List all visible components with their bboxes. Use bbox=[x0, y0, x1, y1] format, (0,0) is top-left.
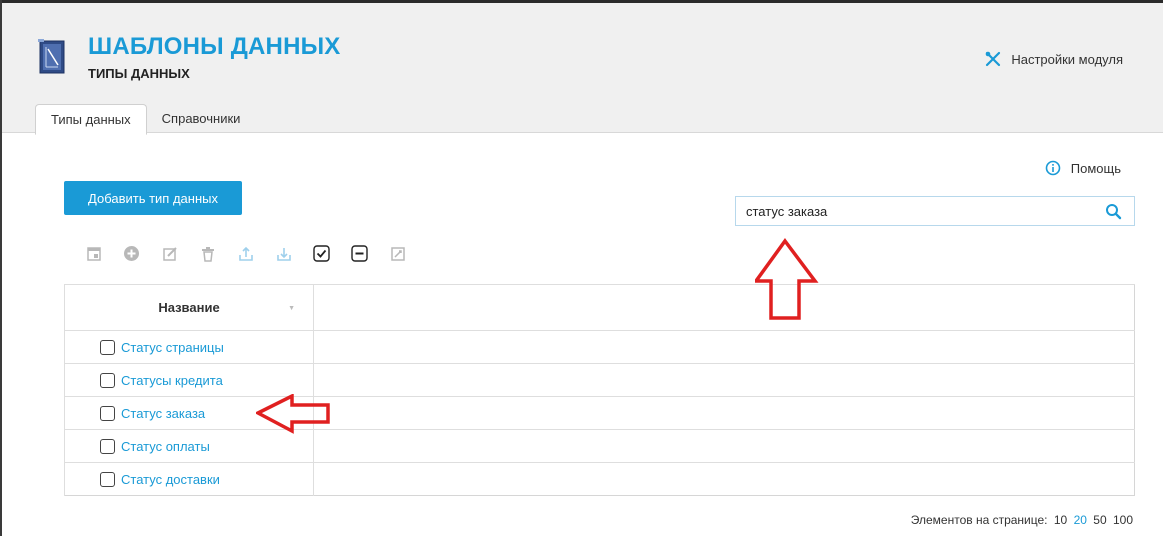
annotation-arrow-up-icon bbox=[755, 238, 819, 320]
table-cell bbox=[313, 429, 1135, 463]
page-size-label: Элементов на странице: bbox=[910, 513, 1048, 527]
blueprint-ruler-icon bbox=[38, 37, 68, 77]
table-cell bbox=[313, 330, 1135, 364]
data-types-table: Название ▼ Статус страницы Статусы креди… bbox=[64, 284, 1135, 496]
row-link[interactable]: Статус страницы bbox=[121, 340, 224, 355]
open-icon[interactable] bbox=[84, 244, 103, 263]
select-all-icon[interactable] bbox=[312, 244, 331, 263]
module-settings-link[interactable]: Настройки модуля bbox=[985, 51, 1123, 67]
table-cell bbox=[313, 363, 1135, 397]
page-header: ШАБЛОНЫ ДАННЫХ ТИПЫ ДАННЫХ Настройки мод… bbox=[2, 3, 1163, 135]
delete-icon[interactable] bbox=[198, 244, 217, 263]
export-icon[interactable] bbox=[236, 244, 255, 263]
search-icon[interactable] bbox=[1105, 203, 1122, 225]
table-row: Статус оплаты bbox=[64, 429, 1135, 463]
page-size-selector: Элементов на странице: 10 20 50 100 bbox=[908, 513, 1133, 527]
annotation-arrow-left-icon bbox=[256, 394, 330, 434]
table-row: Статус страницы bbox=[64, 330, 1135, 364]
sort-arrow-icon[interactable]: ▼ bbox=[288, 305, 295, 312]
page-size-50[interactable]: 50 bbox=[1093, 513, 1106, 527]
column-header-name[interactable]: Название ▼ bbox=[64, 284, 314, 331]
page-subtitle: ТИПЫ ДАННЫХ bbox=[88, 66, 190, 81]
table-row: Статус доставки bbox=[64, 462, 1135, 496]
wrench-screwdriver-icon bbox=[986, 51, 1001, 67]
page-size-10[interactable]: 10 bbox=[1054, 513, 1067, 527]
row-link[interactable]: Статусы кредита bbox=[121, 373, 223, 388]
column-header-label: Название bbox=[158, 300, 220, 315]
tab-data-types[interactable]: Типы данных bbox=[35, 104, 147, 135]
edit-icon[interactable] bbox=[160, 244, 179, 263]
deselect-icon[interactable] bbox=[350, 244, 369, 263]
row-checkbox[interactable] bbox=[100, 339, 115, 355]
row-link[interactable]: Статус заказа bbox=[121, 406, 205, 421]
settings-label: Настройки модуля bbox=[1011, 51, 1123, 67]
column-header-empty bbox=[313, 284, 1135, 331]
row-link[interactable]: Статус оплаты bbox=[121, 439, 210, 454]
search-input[interactable] bbox=[736, 197, 1096, 225]
table-cell bbox=[313, 396, 1135, 430]
table-row: Статусы кредита bbox=[64, 363, 1135, 397]
help-label: Помощь bbox=[1070, 160, 1121, 176]
table-row: Статус заказа bbox=[64, 396, 1135, 430]
import-icon[interactable] bbox=[274, 244, 293, 263]
page-size-100[interactable]: 100 bbox=[1113, 513, 1133, 527]
add-data-type-button[interactable]: Добавить тип данных bbox=[64, 181, 242, 215]
page-size-20[interactable]: 20 bbox=[1074, 513, 1087, 527]
row-checkbox[interactable] bbox=[100, 405, 115, 421]
tab-bar: Типы данных Справочники bbox=[35, 104, 255, 135]
row-link[interactable]: Статус доставки bbox=[121, 472, 220, 487]
row-checkbox[interactable] bbox=[100, 372, 115, 388]
row-checkbox[interactable] bbox=[100, 438, 115, 454]
table-cell bbox=[313, 462, 1135, 496]
search-box bbox=[735, 196, 1135, 226]
help-link[interactable]: Помощь bbox=[1045, 160, 1121, 176]
grid-toolbar bbox=[84, 244, 426, 263]
settings-icon[interactable] bbox=[388, 244, 407, 263]
row-checkbox[interactable] bbox=[100, 471, 115, 487]
tab-directories[interactable]: Справочники bbox=[147, 104, 256, 134]
info-icon bbox=[1045, 160, 1061, 176]
add-icon[interactable] bbox=[122, 244, 141, 263]
page-title: ШАБЛОНЫ ДАННЫХ bbox=[88, 33, 341, 60]
